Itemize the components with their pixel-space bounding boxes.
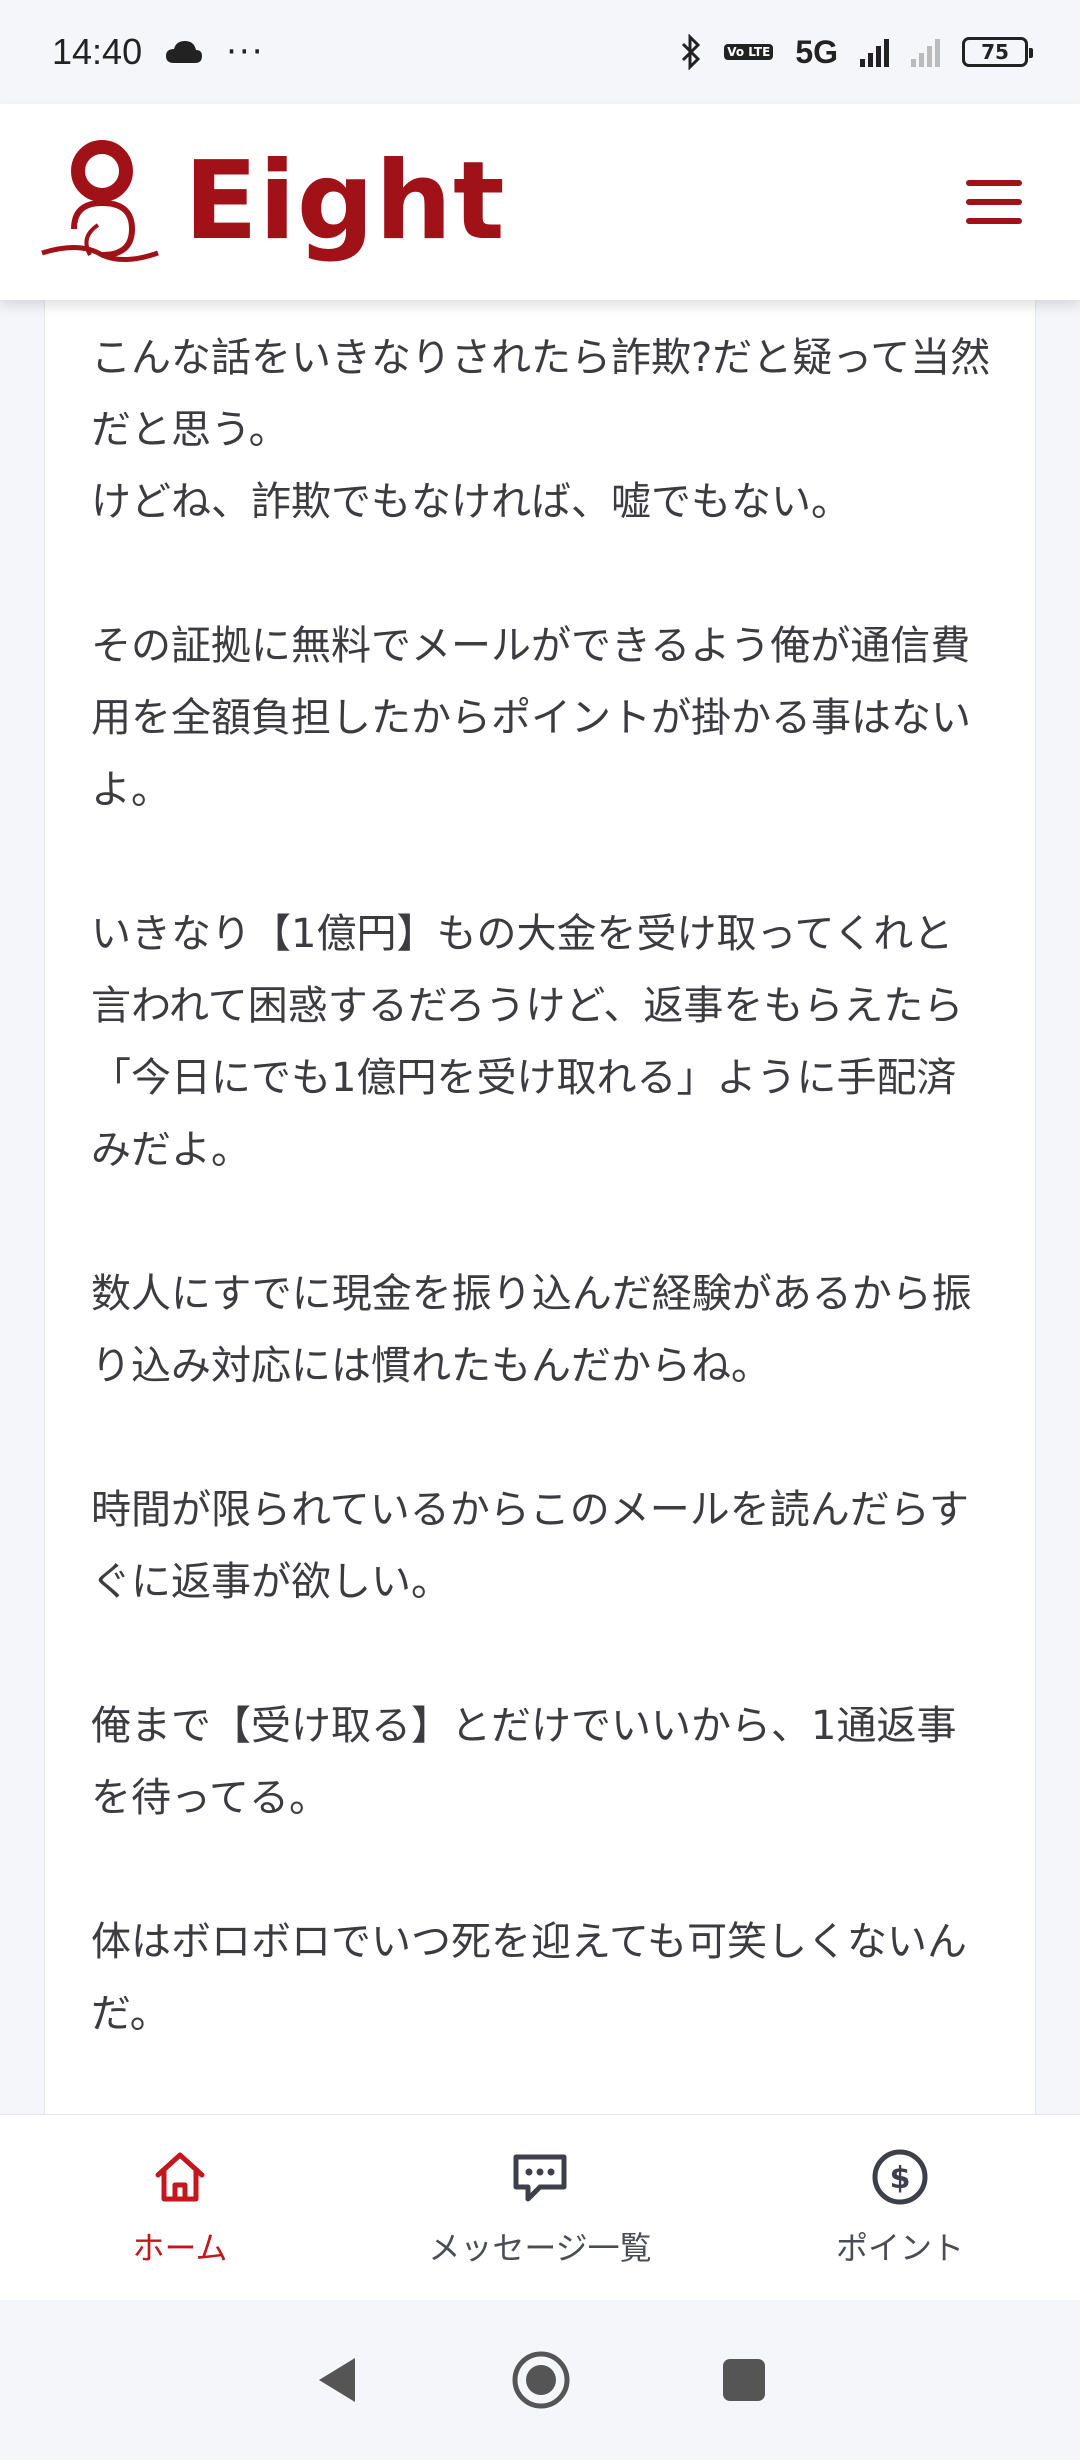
logo-mark-icon xyxy=(41,140,159,262)
message-paragraph: 数人にすでに現金を振り込んだ経験があるから振り込み対応には慣れたもんだからね。 xyxy=(91,1271,972,1389)
home-icon xyxy=(155,2152,205,2201)
nav-home-label: ホーム xyxy=(132,2228,228,2267)
bluetooth-icon xyxy=(682,34,701,70)
back-icon xyxy=(319,2358,355,2402)
status-bar: 14:40 ··· Vo LTE 5G 75 xyxy=(0,0,1080,104)
network-type: 5G xyxy=(795,33,838,70)
nav-points[interactable]: $ ポイント xyxy=(750,2147,1050,2269)
cloud-icon xyxy=(166,41,203,63)
nav-messages-label: メッセージ一覧 xyxy=(428,2228,652,2267)
message-card: こんな話をいきなりされたら詐欺?だと疑って当然だと思う。 けどね、詐欺でもなけれ… xyxy=(44,300,1036,2114)
logo[interactable]: Eight xyxy=(40,137,506,267)
recents-icon xyxy=(723,2359,765,2401)
home-circle-icon xyxy=(512,2351,570,2409)
message-paragraph: こんな話をいきなりされたら詐欺?だと疑って当然だと思う。 けどね、詐欺でもなけれ… xyxy=(91,335,991,525)
recents-button[interactable] xyxy=(721,2357,767,2403)
svg-text:$: $ xyxy=(890,2161,911,2196)
battery-icon: 75 xyxy=(962,37,1033,67)
message-paragraph: その証拠に無料でメールができるよう俺が通信費用を全額負担したからポイントが掛かる… xyxy=(91,623,971,813)
message-paragraph: いきなり【1億円】もの大金を受け取ってくれと言われて困惑するだろうけど、返事をも… xyxy=(91,911,964,1173)
nav-messages[interactable]: メッセージ一覧 xyxy=(390,2147,690,2269)
nav-home[interactable]: ホーム xyxy=(30,2147,330,2269)
battery-level: 75 xyxy=(981,40,1009,64)
nav-points-label: ポイント xyxy=(835,2228,964,2267)
status-time: 14:40 xyxy=(52,31,143,72)
back-button[interactable] xyxy=(313,2354,361,2406)
bottom-nav: ホーム メッセージ一覧 $ ポイント xyxy=(0,2114,1080,2300)
hamburger-menu-icon[interactable] xyxy=(966,180,1022,224)
dollar-icon: $ xyxy=(872,2149,928,2204)
volte-icon: Vo LTE xyxy=(724,44,774,60)
signal-icon xyxy=(860,37,889,67)
message-paragraph: 時間が限られているからこのメールを読んだらすぐに返事が欲しい。 xyxy=(91,1487,969,1605)
logo-text: Eight xyxy=(184,139,506,264)
message-paragraph: 体はボロボロでいつ死を迎えても可笑しくないんだ。 xyxy=(91,1919,967,2037)
message-body: こんな話をいきなりされたら詐欺?だと疑って当然だと思う。 けどね、詐欺でもなけれ… xyxy=(45,300,1035,2050)
message-icon xyxy=(513,2154,567,2201)
home-button[interactable] xyxy=(511,2350,571,2410)
system-nav-bar xyxy=(0,2300,1080,2460)
app-header: Eight xyxy=(0,104,1080,300)
message-paragraph: 俺まで【受け取る】とだけでいいから、1通返事を待ってる。 xyxy=(91,1703,957,1821)
more-notifications-icon: ··· xyxy=(226,32,265,72)
signal-2-icon xyxy=(911,37,940,67)
